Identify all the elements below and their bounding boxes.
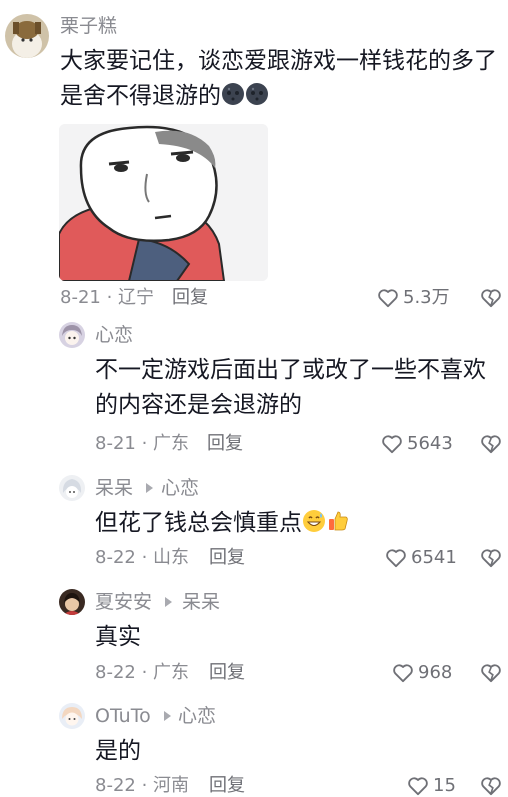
reply-target-username[interactable]: 心恋 — [161, 476, 199, 500]
like-button[interactable]: 5.3万 — [377, 287, 450, 309]
avatar-image — [5, 14, 49, 58]
comment-username[interactable]: 心恋 — [95, 323, 133, 347]
comment-text-body: 但花了钱总会慎重点 — [95, 510, 302, 536]
meme-face-illustration — [59, 124, 268, 281]
comment-username[interactable]: 呆呆 — [95, 476, 133, 500]
heart-icon — [386, 549, 406, 568]
comment-username[interactable]: 栗子糕 — [60, 14, 117, 38]
like-button[interactable]: 15 — [407, 775, 456, 797]
comment-text: 不一定游戏后面出了或改了一些不喜欢的内容还是会退游的 — [95, 357, 486, 418]
reply-target-username[interactable]: 呆呆 — [182, 590, 220, 614]
dislike-broken-heart-icon[interactable] — [480, 548, 502, 568]
avatar-image — [59, 322, 85, 348]
reply-button[interactable]: 回复 — [209, 662, 245, 684]
dark-moon-emoji — [245, 82, 269, 117]
like-button[interactable]: 6541 — [385, 547, 457, 569]
comment-date-location: 8-22 · 山东 — [95, 547, 190, 568]
reply-arrow-icon — [164, 711, 171, 721]
avatar[interactable] — [5, 14, 49, 58]
dark-moon-emoji — [221, 82, 245, 117]
comment-date-location: 8-22 · 广东 — [95, 662, 190, 683]
heart-icon — [378, 289, 398, 308]
dislike-broken-heart-icon[interactable] — [480, 288, 502, 308]
comment-username[interactable]: OTuTo — [95, 704, 151, 728]
comment-text-body: 大家要记住，谈恋爱跟游戏一样钱花的多了是舍不得退游的 — [60, 48, 497, 109]
like-button[interactable]: 968 — [392, 662, 452, 684]
avatar[interactable] — [59, 589, 85, 615]
reply-target-username[interactable]: 心恋 — [178, 704, 216, 728]
comment-username[interactable]: 夏安安 — [95, 590, 152, 614]
thumbs-up-emoji — [326, 509, 350, 544]
reply-button[interactable]: 回复 — [207, 433, 243, 455]
avatar-image — [59, 475, 85, 501]
dislike-broken-heart-icon[interactable] — [480, 434, 502, 454]
comment-text: 真实 — [95, 624, 141, 650]
comment-text: 是的 — [95, 738, 141, 764]
heart-icon — [393, 664, 413, 683]
like-count: 5.3万 — [403, 287, 450, 308]
meme-sticker-image[interactable] — [59, 124, 268, 281]
heart-icon — [408, 777, 428, 796]
comment-date-location: 8-22 · 河南 — [95, 775, 190, 796]
avatar[interactable] — [59, 703, 85, 729]
grinning-sweat-emoji — [302, 509, 326, 544]
heart-icon — [382, 435, 402, 454]
avatar[interactable] — [59, 475, 85, 501]
dislike-broken-heart-icon[interactable] — [480, 663, 502, 683]
like-count: 968 — [418, 662, 453, 683]
like-button[interactable]: 5643 — [381, 433, 453, 455]
comment-date-location: 8-21 · 辽宁 — [60, 287, 155, 308]
like-count: 15 — [433, 775, 456, 796]
like-count: 5643 — [407, 433, 453, 454]
avatar[interactable] — [59, 322, 85, 348]
reply-button[interactable]: 回复 — [209, 775, 245, 797]
avatar-image — [59, 589, 85, 615]
comment-text: 但花了钱总会慎重点 — [95, 506, 505, 544]
like-count: 6541 — [411, 547, 457, 568]
reply-button[interactable]: 回复 — [172, 287, 208, 309]
reply-arrow-icon — [146, 483, 153, 493]
comment-date-location: 8-21 · 广东 — [95, 433, 190, 454]
comment-text: 大家要记住，谈恋爱跟游戏一样钱花的多了是舍不得退游的 — [60, 44, 505, 117]
reply-arrow-icon — [165, 597, 172, 607]
dislike-broken-heart-icon[interactable] — [480, 776, 502, 796]
reply-button[interactable]: 回复 — [209, 547, 245, 569]
avatar-image — [59, 703, 85, 729]
